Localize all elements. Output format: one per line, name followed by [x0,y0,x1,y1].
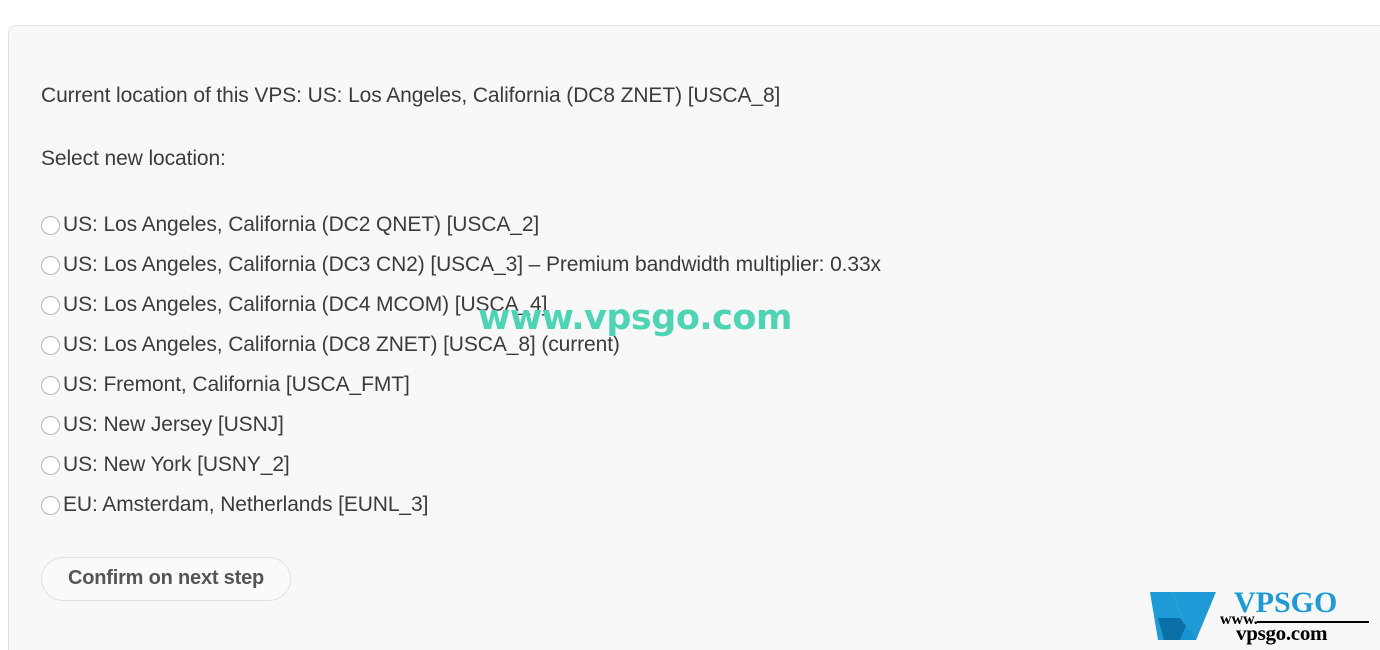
radio-icon[interactable] [41,295,60,315]
location-option-usca-2[interactable]: US: Los Angeles, California (DC2 QNET) [… [41,205,1361,245]
location-option-usca-3[interactable]: US: Los Angeles, California (DC3 CN2) [U… [41,245,1361,285]
logo-domain-text: vpsgo.com [1236,621,1328,645]
panel-content: Current location of this VPS: US: Los An… [41,81,1361,601]
select-new-location-label: Select new location: [41,147,226,170]
radio-icon[interactable] [41,375,60,395]
location-option-usny-2[interactable]: US: New York [USNY_2] [41,445,1361,485]
location-option-label: US: Los Angeles, California (DC3 CN2) [U… [63,253,881,276]
location-option-usca-4[interactable]: US: Los Angeles, California (DC4 MCOM) [… [41,285,1361,325]
location-option-label: US: New York [USNY_2] [63,453,290,476]
radio-icon[interactable] [41,415,60,435]
location-option-label: US: Los Angeles, California (DC8 ZNET) [… [63,333,620,356]
vpsgo-v-mark-icon [1150,590,1222,642]
location-option-eunl-3[interactable]: EU: Amsterdam, Netherlands [EUNL_3] [41,485,1361,525]
location-option-label: EU: Amsterdam, Netherlands [EUNL_3] [63,493,429,516]
location-option-label: US: New Jersey [USNJ] [63,413,284,436]
location-option-usca-8[interactable]: US: Los Angeles, California (DC8 ZNET) [… [41,325,1361,365]
location-option-label: US: Los Angeles, California (DC2 QNET) [… [63,213,540,236]
confirm-next-step-button[interactable]: Confirm on next step [41,557,292,601]
location-option-usca-fmt[interactable]: US: Fremont, California [USCA_FMT] [41,365,1361,405]
vpsgo-logo-text: VPSGO www. vpsgo.com [1220,588,1375,646]
location-radio-group: US: Los Angeles, California (DC2 QNET) [… [41,205,1361,525]
radio-icon[interactable] [41,215,60,235]
location-option-label: US: Los Angeles, California (DC4 MCOM) [… [63,293,548,316]
radio-icon[interactable] [41,455,60,475]
location-option-label: US: Fremont, California [USCA_FMT] [63,373,410,396]
vpsgo-logo: VPSGO www. vpsgo.com [1150,588,1375,646]
radio-icon[interactable] [41,255,60,275]
current-location-text: Current location of this VPS: US: Los An… [41,84,781,107]
page-viewport: Current location of this VPS: US: Los An… [0,0,1380,650]
radio-icon[interactable] [41,335,60,355]
location-option-usnj[interactable]: US: New Jersey [USNJ] [41,405,1361,445]
location-change-panel: Current location of this VPS: US: Los An… [8,25,1380,650]
radio-icon[interactable] [41,495,60,515]
